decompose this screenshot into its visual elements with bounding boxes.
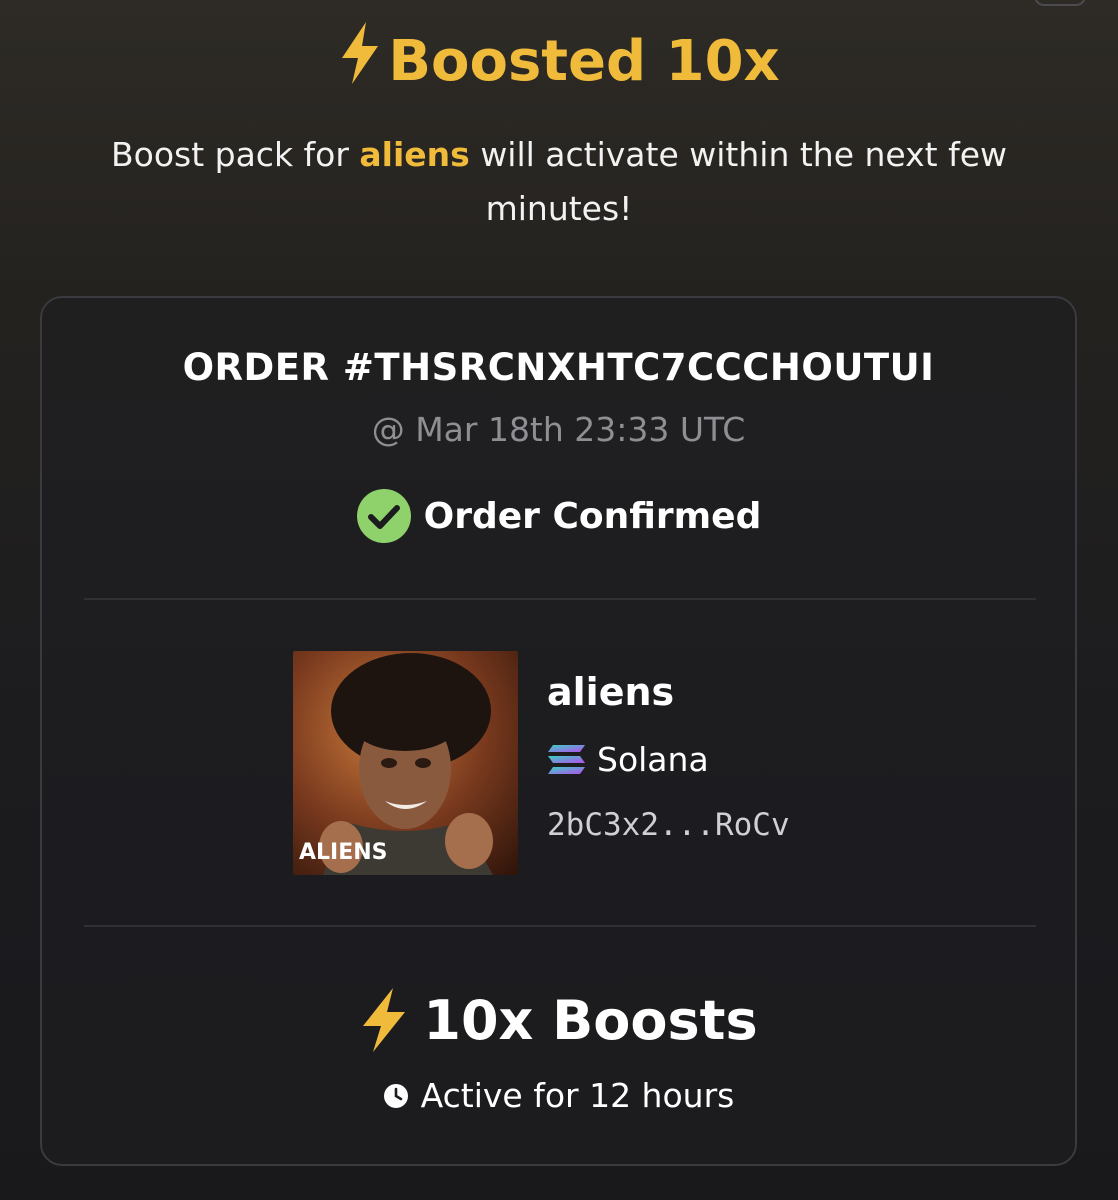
order-status-text: Order Confirmed [423,495,762,537]
order-card: ORDER #THSRCNXHTC7CCCHOUTUI @ Mar 18th 2… [40,296,1077,1166]
boost-duration: Active for 12 hours [42,1076,1075,1115]
divider [84,598,1036,600]
order-timestamp: @ Mar 18th 23:33 UTC [371,410,746,449]
check-circle-icon [356,488,412,544]
token-image: ALIENS [293,651,518,875]
lightning-bolt-icon [338,22,382,101]
token-info: aliens Solana 2bC3x2...RoCv [547,668,790,843]
boost-duration-text: Active for 12 hours [420,1076,735,1115]
lightning-bolt-icon [359,988,409,1052]
chain-name: Solana [597,740,709,779]
token-image-caption: ALIENS [299,840,388,865]
clock-icon [383,1083,409,1109]
message-prefix: Boost pack for [110,135,360,174]
activation-message: Boost pack for aliens will activate with… [80,128,1038,236]
page-title-text: Boosted 10x [388,28,780,94]
order-id: ORDER #THSRCNXHTC7CCCHOUTUI [182,346,935,389]
solana-icon [547,744,587,776]
message-suffix: will activate within the next few minute… [469,135,1007,228]
page-title: Boosted 10x [0,22,1118,101]
boost-summary: 10x Boosts [42,988,1075,1052]
divider [84,925,1036,927]
message-token: aliens [359,135,470,174]
order-status: Order Confirmed [42,488,1075,544]
top-right-button[interactable] [1034,0,1086,6]
boost-label: 10x Boosts [423,988,758,1052]
token-address[interactable]: 2bC3x2...RoCv [547,807,790,843]
token-name: aliens [547,670,675,714]
token-chain: Solana [547,740,790,779]
